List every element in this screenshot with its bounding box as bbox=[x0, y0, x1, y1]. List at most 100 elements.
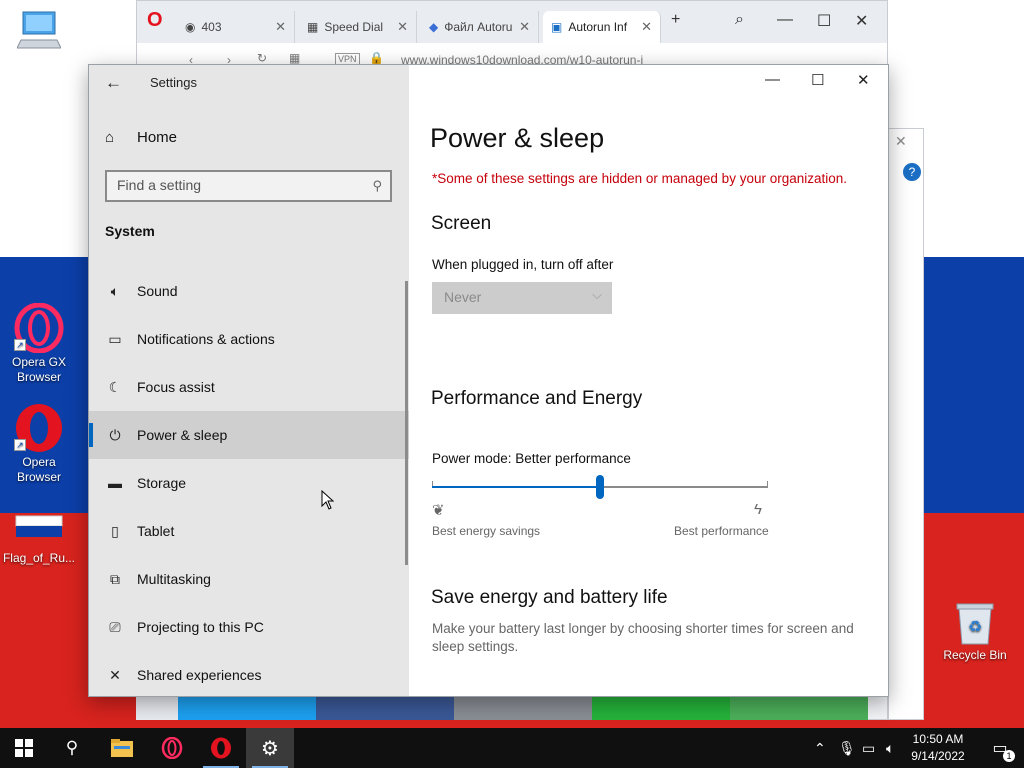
close-icon[interactable]: ✕ bbox=[275, 19, 286, 35]
reload-icon[interactable]: ↻ bbox=[257, 51, 267, 65]
volume-icon[interactable]: 🔈︎ bbox=[886, 728, 894, 768]
page-title: Power & sleep bbox=[430, 123, 605, 153]
shortcut-arrow-icon: ↗ bbox=[14, 339, 26, 351]
close-icon[interactable]: ✕ bbox=[397, 19, 408, 35]
power-icon: ⏻ bbox=[109, 426, 121, 443]
windows-logo-icon bbox=[15, 739, 33, 757]
close-icon[interactable]: ✕ bbox=[855, 11, 868, 31]
tabs-grid-icon[interactable]: ▦ bbox=[289, 51, 300, 65]
new-tab-button[interactable]: + bbox=[671, 11, 680, 29]
close-icon[interactable]: ✕ bbox=[895, 133, 907, 150]
svg-text:♻: ♻ bbox=[968, 619, 982, 636]
mouse-cursor-icon bbox=[321, 490, 335, 510]
tab-label: Файл Autoru bbox=[444, 20, 513, 34]
home-label: Home bbox=[137, 129, 178, 146]
chevron-down-icon: ⌵ bbox=[592, 287, 602, 302]
close-icon[interactable]: ✕ bbox=[641, 19, 652, 35]
help-icon[interactable]: ? bbox=[903, 163, 921, 181]
power-mode-label: Power mode: Better performance bbox=[432, 451, 631, 466]
taskbar: ⚲ ⚙ ⌃ 🎙︎ ▭ 🔈︎ 10:50 AM 9/14/2022 ▭ 1 bbox=[0, 728, 1024, 768]
browser-tabbar: O ◉ 403 ✕ ▦ Speed Dial ✕ ◆ Файл Autoru ✕… bbox=[137, 1, 887, 43]
sidebar-item-label: Shared experiences bbox=[137, 667, 262, 683]
settings-icon: ⚙ bbox=[261, 737, 279, 760]
shared-icon: ✕ bbox=[109, 666, 121, 683]
leaf-icon: ❦ bbox=[432, 502, 445, 519]
settings-sidebar: ← Settings ⌂ Home Find a setting ⚲ Syste… bbox=[89, 65, 409, 696]
desktop-icon-label: Flag_of_Ru... bbox=[2, 551, 76, 565]
back-arrow-icon[interactable]: ← bbox=[105, 73, 122, 93]
sidebar-scrollbar[interactable] bbox=[405, 281, 408, 565]
search-input[interactable]: Find a setting ⚲ bbox=[105, 170, 392, 202]
flag-file-icon bbox=[15, 515, 63, 548]
tablet-icon: ▯ bbox=[111, 522, 119, 539]
plugged-in-label: When plugged in, turn off after bbox=[432, 257, 614, 272]
home-icon: ⌂ bbox=[105, 129, 115, 146]
sidebar-item-power-sleep[interactable]: ⏻ Power & sleep bbox=[89, 411, 409, 459]
close-icon[interactable]: ✕ bbox=[857, 71, 870, 89]
opera-icon bbox=[211, 737, 231, 759]
lightning-icon: ϟ bbox=[754, 501, 762, 518]
search-placeholder: Find a setting bbox=[117, 177, 202, 193]
close-icon[interactable]: ✕ bbox=[519, 19, 530, 35]
browser-tab[interactable]: ▦ Speed Dial ✕ bbox=[299, 11, 417, 43]
clock[interactable]: 10:50 AM 9/14/2022 bbox=[906, 731, 970, 765]
search-tabs-icon[interactable]: ⌕ bbox=[735, 11, 744, 29]
screen-timeout-dropdown[interactable]: Never ⌵ bbox=[432, 282, 612, 314]
sidebar-item-tablet[interactable]: ▯ Tablet bbox=[89, 507, 409, 555]
sidebar-item-label: Focus assist bbox=[137, 379, 215, 395]
speaker-icon: 🔈︎ bbox=[110, 282, 120, 299]
dropdown-value: Never bbox=[444, 289, 482, 305]
opera-gx-icon bbox=[161, 737, 183, 759]
minimize-icon[interactable]: — bbox=[777, 11, 793, 29]
computer-icon bbox=[17, 11, 61, 49]
sidebar-item-sound[interactable]: 🔈︎ Sound bbox=[89, 267, 409, 315]
projecting-icon: ⎚ bbox=[109, 618, 121, 635]
search-icon: ⚲ bbox=[372, 178, 382, 193]
sidebar-item-storage[interactable]: ▬ Storage bbox=[89, 459, 409, 507]
browser-tab[interactable]: ◆ Файл Autoru ✕ bbox=[421, 11, 539, 43]
policy-warning: *Some of these settings are hidden or ma… bbox=[432, 171, 848, 186]
desktop-flag-file[interactable]: Flag_of_Ru... bbox=[0, 515, 78, 566]
action-center-button[interactable]: ▭ 1 bbox=[976, 728, 1024, 768]
desktop-opera-gx[interactable]: ↗ Opera GX Browser bbox=[0, 303, 78, 385]
start-button[interactable] bbox=[0, 728, 48, 768]
maximize-icon[interactable]: ☐ bbox=[817, 11, 831, 31]
desktop-icon-label: Recycle Bin bbox=[943, 648, 1007, 662]
sidebar-item-projecting[interactable]: ⎚ Projecting to this PC bbox=[89, 603, 409, 651]
slider-thumb[interactable] bbox=[596, 475, 604, 499]
browser-tab-active[interactable]: ▣ Autorun Inf ✕ bbox=[543, 11, 661, 43]
tab-label: Speed Dial bbox=[324, 20, 384, 34]
desktop-recycle-bin[interactable]: ♻ Recycle Bin bbox=[936, 602, 1014, 663]
taskbar-app-file-explorer[interactable] bbox=[98, 728, 146, 768]
search-button[interactable]: ⚲ bbox=[48, 728, 96, 768]
clock-time: 10:50 AM bbox=[912, 732, 964, 746]
desktop-this-pc[interactable] bbox=[0, 10, 78, 54]
sidebar-item-label: Multitasking bbox=[137, 571, 211, 587]
microphone-icon[interactable]: 🎙︎ bbox=[838, 728, 856, 768]
taskbar-app-opera-gx[interactable] bbox=[148, 728, 196, 768]
slider-max-label: Best performance bbox=[674, 524, 769, 538]
browser-tab[interactable]: ◉ 403 ✕ bbox=[177, 11, 295, 43]
battery-heading: Save energy and battery life bbox=[431, 587, 668, 608]
power-mode-slider[interactable] bbox=[432, 475, 768, 499]
tray-overflow-icon[interactable]: ⌃ bbox=[814, 728, 826, 768]
sidebar-item-multitasking[interactable]: ⧉ Multitasking bbox=[89, 555, 409, 603]
sidebar-item-shared-experiences[interactable]: ✕ Shared experiences bbox=[89, 651, 409, 699]
desktop-opera[interactable]: ↗ Opera Browser bbox=[0, 403, 78, 485]
home-link[interactable]: ⌂ Home bbox=[105, 129, 177, 146]
maximize-icon[interactable]: ☐ bbox=[811, 71, 824, 89]
sidebar-item-label: Projecting to this PC bbox=[137, 619, 264, 635]
minimize-icon[interactable]: — bbox=[765, 71, 780, 88]
slider-fill bbox=[432, 486, 600, 488]
sidebar-item-focus-assist[interactable]: ☾ Focus assist bbox=[89, 363, 409, 411]
site-icon: ▣ bbox=[551, 20, 563, 34]
tab-label: 403 bbox=[201, 20, 222, 34]
sidebar-item-notifications[interactable]: ▭ Notifications & actions bbox=[89, 315, 409, 363]
window-title: Settings bbox=[150, 75, 197, 90]
desktop-icon-label: Opera GX Browser bbox=[11, 355, 67, 384]
taskbar-app-settings[interactable]: ⚙ bbox=[246, 728, 294, 768]
taskbar-app-opera[interactable] bbox=[197, 728, 245, 768]
opera-menu-icon[interactable]: O bbox=[147, 9, 163, 32]
network-icon[interactable]: ▭ bbox=[862, 728, 875, 768]
settings-window: ← Settings ⌂ Home Find a setting ⚲ Syste… bbox=[88, 64, 889, 697]
